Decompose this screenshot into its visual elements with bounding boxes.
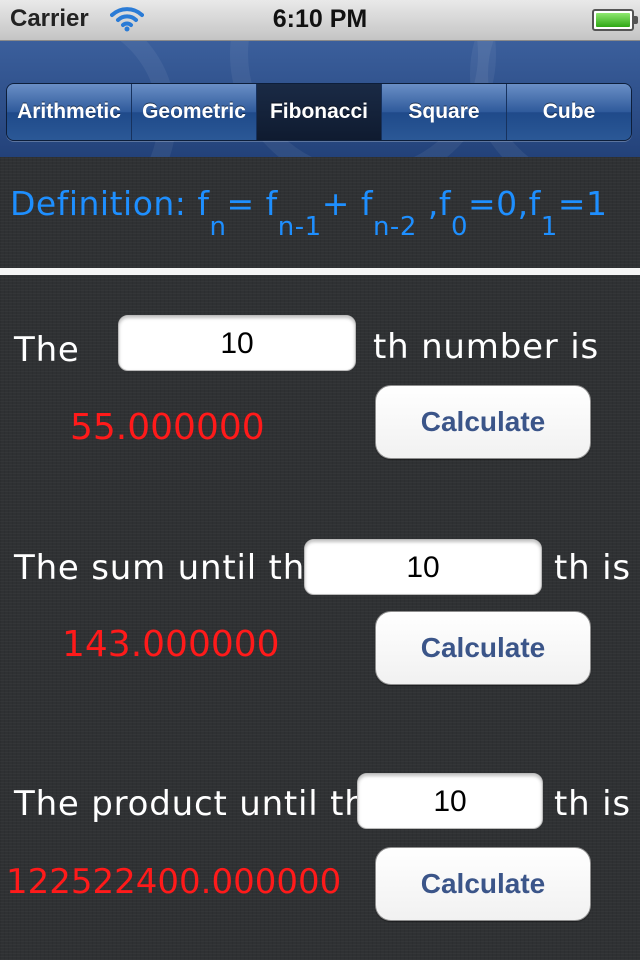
- subscript-1: 1: [540, 212, 558, 242]
- nth-number-label-suffix: th number is: [373, 327, 599, 367]
- product-label-prefix: The product until the: [14, 784, 389, 824]
- product-result: 122522400.000000: [6, 862, 342, 902]
- subscript-n-2: n-2: [372, 212, 417, 242]
- tab-square[interactable]: Square: [382, 84, 507, 140]
- calculate-sum-button[interactable]: Calculate: [375, 611, 591, 685]
- calculate-product-button[interactable]: Calculate: [375, 847, 591, 921]
- definition-plus: + f: [321, 184, 373, 223]
- subscript-n: n: [209, 212, 227, 242]
- tab-fibonacci[interactable]: Fibonacci: [257, 84, 382, 140]
- divider: [0, 268, 640, 275]
- definition-mid: =0,f: [468, 184, 541, 223]
- definition-end: =1: [557, 184, 608, 223]
- tab-cube[interactable]: Cube: [507, 84, 631, 140]
- sum-label-suffix: th is: [554, 548, 631, 588]
- calculate-nth-number-button[interactable]: Calculate: [375, 385, 591, 459]
- product-until-input[interactable]: 10: [357, 773, 543, 829]
- subscript-0: 0: [450, 212, 469, 242]
- definition-comma: ,f: [416, 184, 451, 223]
- subscript-n-1: n-1: [277, 212, 322, 242]
- sum-label-prefix: The sum until the: [14, 548, 327, 588]
- definition-formula: Definition: fn= fn-1+ fn-2 ,f0=0,f1=1: [10, 184, 608, 242]
- tab-geometric[interactable]: Geometric: [132, 84, 257, 140]
- battery-icon: [592, 9, 638, 31]
- nth-number-input[interactable]: 10: [118, 315, 356, 371]
- definition-prefix: Definition: f: [10, 184, 210, 223]
- sum-until-input[interactable]: 10: [304, 539, 542, 595]
- definition-eq: = f: [226, 184, 278, 223]
- nth-number-label-prefix: The: [14, 330, 80, 370]
- nav-header: Arithmetic Geometric Fibonacci Square Cu…: [0, 41, 640, 157]
- tab-arithmetic[interactable]: Arithmetic: [7, 84, 132, 140]
- sum-result: 143.000000: [62, 624, 280, 665]
- product-label-suffix: th is: [554, 784, 631, 824]
- nth-number-result: 55.000000: [70, 407, 265, 448]
- clock-time: 6:10 PM: [272, 5, 368, 33]
- sequence-type-segmented-control[interactable]: Arithmetic Geometric Fibonacci Square Cu…: [6, 83, 632, 141]
- status-bar: Carrier 6:10 PM: [0, 0, 640, 41]
